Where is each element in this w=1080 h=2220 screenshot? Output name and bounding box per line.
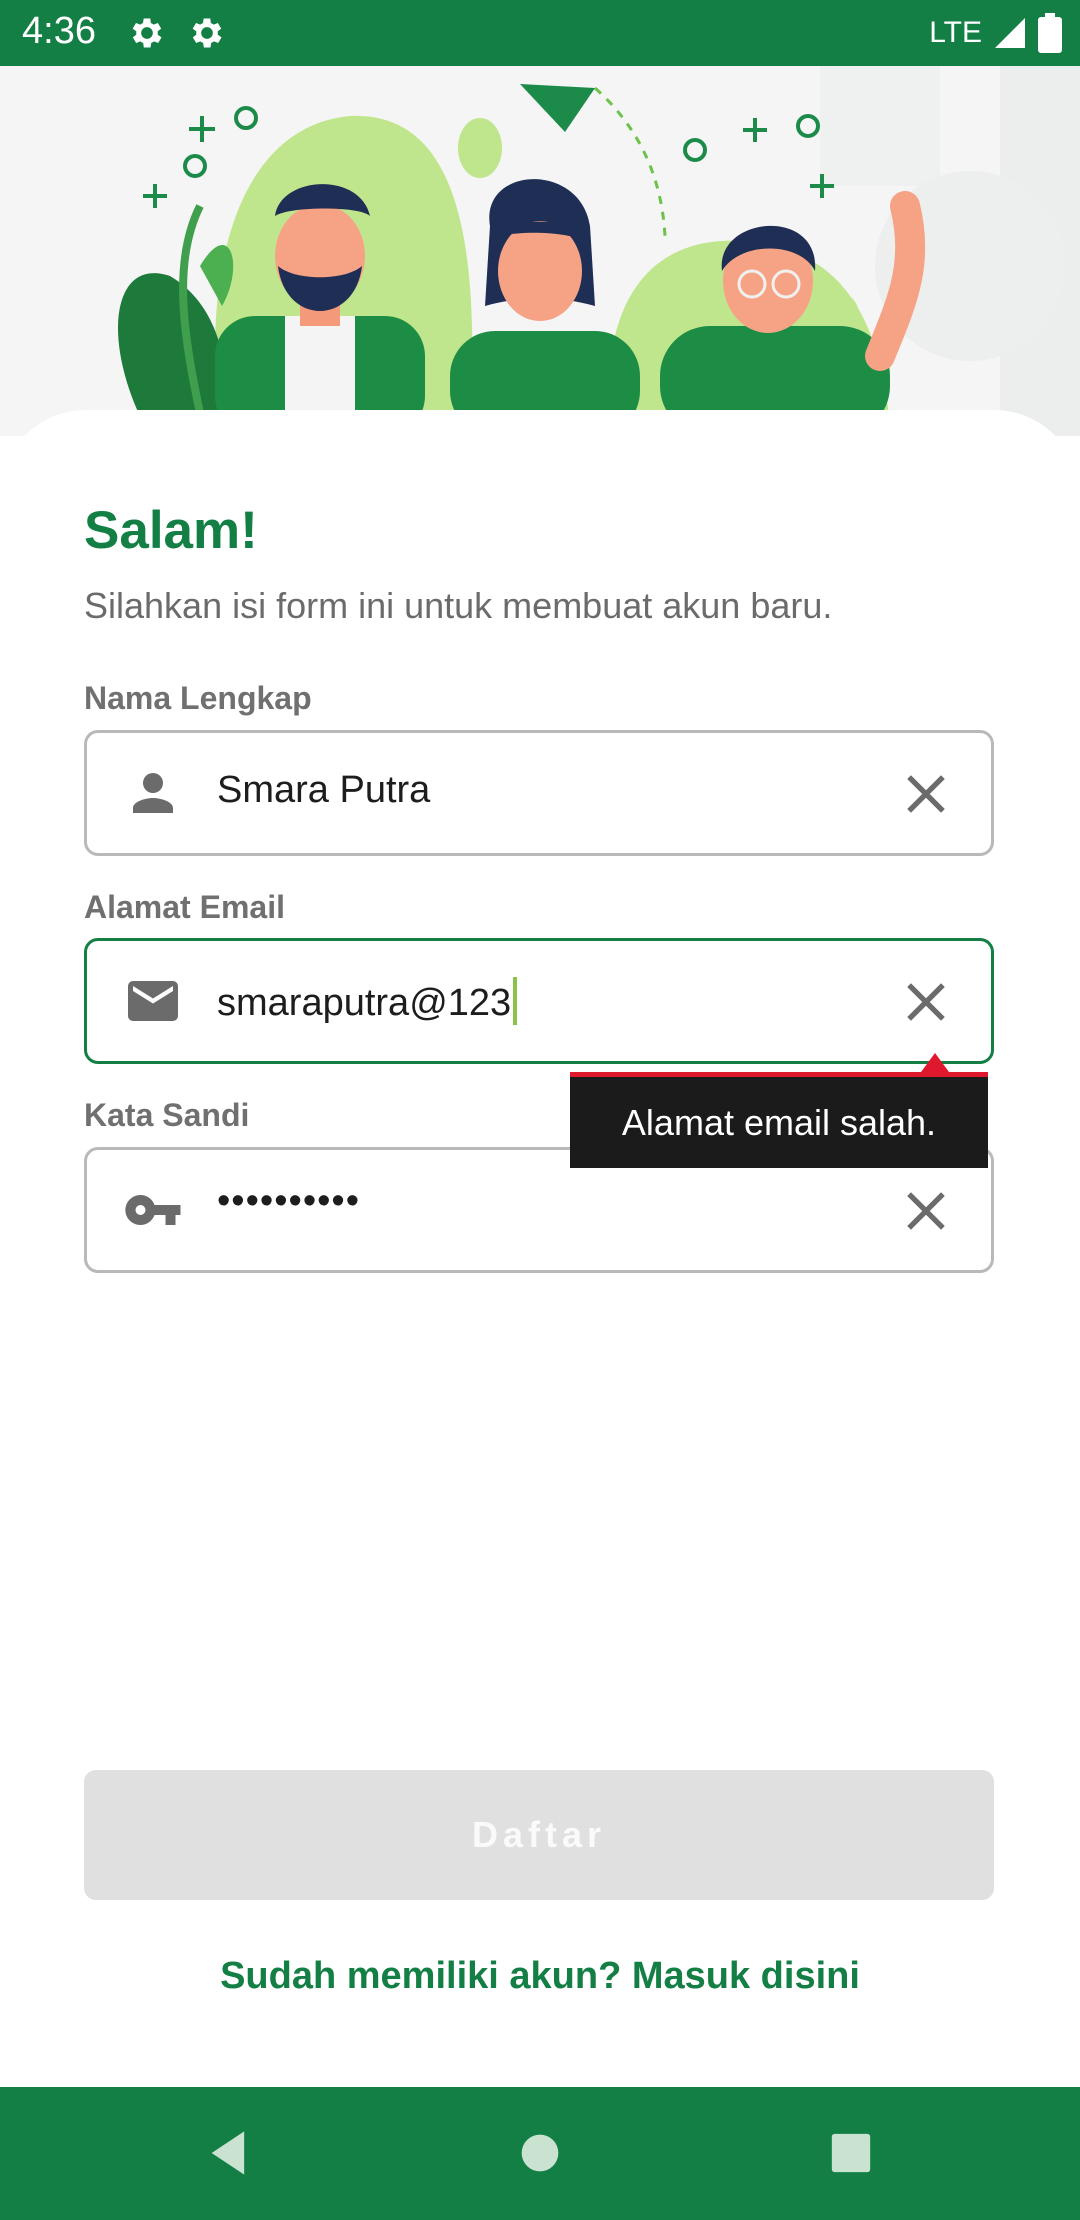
network-type: LTE xyxy=(929,16,982,49)
people-illustration xyxy=(117,66,1080,436)
key-icon xyxy=(125,1195,181,1225)
email-icon xyxy=(128,981,178,1021)
email-value: smaraputra@123 xyxy=(217,982,512,1024)
register-button[interactable]: Daftar xyxy=(84,1770,994,1900)
email-label: Alamat Email xyxy=(84,889,285,925)
recents-icon[interactable] xyxy=(828,2127,874,2179)
status-bar: 4:36 LTE xyxy=(0,0,1080,66)
person-icon xyxy=(133,773,173,813)
navigation-bar xyxy=(0,2087,1080,2220)
password-label: Kata Sandi xyxy=(84,1097,250,1133)
back-icon[interactable] xyxy=(203,2127,255,2179)
text-cursor xyxy=(513,977,518,1025)
name-input[interactable]: Smara Putra xyxy=(217,769,817,812)
email-field[interactable]: smaraputra@123 xyxy=(84,938,994,1064)
page-title: Salam! xyxy=(84,501,258,560)
close-icon[interactable] xyxy=(897,1182,955,1240)
close-icon[interactable] xyxy=(897,973,955,1031)
email-input[interactable]: smaraputra@123 xyxy=(217,977,817,1025)
hero-illustration xyxy=(0,66,1080,436)
password-input[interactable]: •••••••••• xyxy=(217,1180,817,1223)
home-icon[interactable] xyxy=(518,2127,562,2179)
signal-icon xyxy=(995,18,1025,48)
close-icon[interactable] xyxy=(897,765,955,823)
name-label: Nama Lengkap xyxy=(84,680,312,716)
page-subtitle: Silahkan isi form ini untuk membuat akun… xyxy=(84,585,833,626)
battery-icon xyxy=(1038,13,1062,53)
error-tooltip: Alamat email salah. xyxy=(570,1072,988,1168)
settings-icon xyxy=(132,18,162,48)
error-tooltip-arrow xyxy=(921,1053,949,1072)
name-field[interactable]: Smara Putra xyxy=(84,730,994,856)
login-link[interactable]: Sudah memiliki akun? Masuk disini xyxy=(0,1955,1080,1998)
settings-icon xyxy=(192,18,222,48)
status-time: 4:36 xyxy=(22,10,96,52)
